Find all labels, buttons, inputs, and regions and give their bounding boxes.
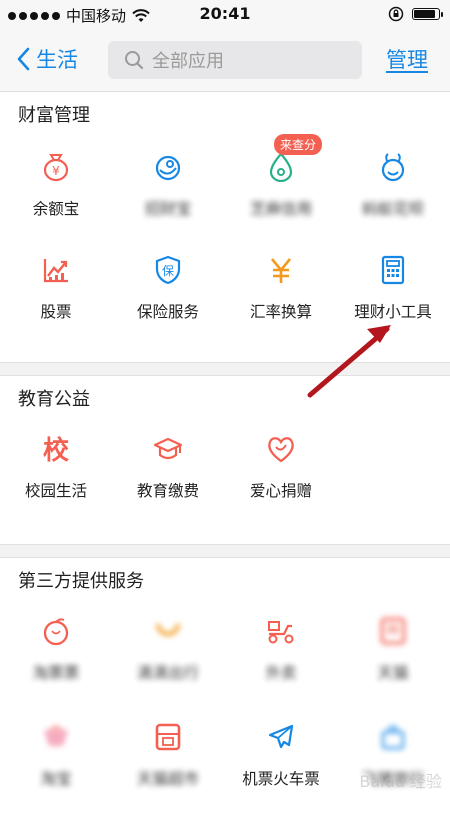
app-tile-campus[interactable]: 校 校园生活 bbox=[0, 434, 112, 529]
app-tile-yuebao[interactable]: ¥ 余额宝 bbox=[0, 152, 112, 247]
app-tile-finance-tools[interactable]: 理财小工具 bbox=[337, 255, 449, 350]
app-label: 爱心捐赠 bbox=[249, 482, 312, 500]
ant-icon bbox=[378, 152, 408, 182]
rotation-lock-icon bbox=[388, 6, 404, 22]
search-input[interactable]: 全部应用 bbox=[108, 41, 362, 79]
app-label: 教育缴费 bbox=[136, 482, 199, 500]
status-bar: 中国移动 20:41 bbox=[0, 0, 450, 30]
app-label: 外卖 bbox=[265, 664, 297, 682]
app-label: 余额宝 bbox=[32, 200, 80, 218]
manage-button[interactable]: 管理 bbox=[386, 44, 428, 74]
app-tile-exchange[interactable]: 汇率换算 bbox=[225, 255, 337, 350]
app-tile-taobao[interactable]: 淘宝 bbox=[0, 722, 112, 817]
section-title-education: 教育公益 bbox=[18, 389, 90, 410]
app-tile-taopiaopiao[interactable]: 淘票票 bbox=[0, 616, 112, 711]
bird-icon bbox=[153, 152, 183, 182]
back-button[interactable]: 生活 bbox=[16, 44, 78, 74]
app-label: 蚂蚁花呗 bbox=[361, 200, 424, 218]
svg-text:校: 校 bbox=[43, 435, 70, 464]
watermark: Baidu 经验 bbox=[359, 772, 442, 791]
app-tile-donation[interactable]: 爱心捐赠 bbox=[225, 434, 337, 529]
supermarket-icon bbox=[153, 722, 183, 752]
shield-icon: 保 bbox=[153, 255, 183, 285]
section-title-third-party: 第三方提供服务 bbox=[18, 571, 144, 592]
app-label: 招财宝 bbox=[144, 200, 192, 218]
app-tile-tmall[interactable]: 天猫 bbox=[337, 616, 449, 711]
app-tile-zhima[interactable]: 来查分 芝麻信用 bbox=[225, 134, 337, 247]
app-label: 机票火车票 bbox=[242, 770, 320, 788]
app-tile-stock[interactable]: 股票 bbox=[0, 255, 112, 350]
promo-badge: 来查分 bbox=[274, 134, 323, 155]
app-label: 校园生活 bbox=[24, 482, 87, 500]
app-tile-takeout[interactable]: 外卖 bbox=[225, 616, 337, 711]
heart-icon bbox=[266, 434, 296, 464]
search-icon bbox=[125, 51, 144, 70]
stock-chart-icon bbox=[41, 255, 71, 285]
app-label: 淘宝 bbox=[40, 770, 72, 788]
app-label: 理财小工具 bbox=[354, 303, 432, 321]
school-char-icon: 校 bbox=[41, 434, 71, 466]
travel-icon bbox=[378, 722, 408, 752]
app-label: 股票 bbox=[40, 303, 72, 321]
graduation-cap-icon bbox=[153, 434, 183, 464]
section-education: 教育公益 校 校园生活 教育缴费 爱心捐赠 bbox=[0, 376, 450, 544]
app-tile-edu-payment[interactable]: 教育缴费 bbox=[112, 434, 224, 529]
tmall-icon bbox=[378, 616, 408, 646]
app-tile-tmall-supermarket[interactable]: 天猫超市 bbox=[112, 722, 224, 817]
scooter-icon bbox=[266, 616, 296, 646]
app-label: 淘票票 bbox=[32, 664, 80, 682]
peach-icon bbox=[41, 616, 71, 646]
svg-text:保: 保 bbox=[162, 264, 174, 278]
app-label: 汇率换算 bbox=[249, 303, 312, 321]
sesame-icon bbox=[266, 152, 296, 183]
back-label: 生活 bbox=[36, 48, 78, 72]
app-tile-didi[interactable]: 滴滴出行 bbox=[112, 616, 224, 711]
section-title-wealth: 财富管理 bbox=[18, 105, 90, 126]
clock: 20:41 bbox=[199, 4, 251, 23]
section-divider bbox=[0, 544, 450, 558]
calculator-icon bbox=[378, 255, 408, 285]
money-bag-icon: ¥ bbox=[41, 152, 71, 182]
yen-icon bbox=[266, 255, 296, 285]
app-tile-flight-train[interactable]: 机票火车票 bbox=[225, 722, 337, 817]
navigation-bar: 生活 全部应用 管理 bbox=[0, 30, 450, 92]
section-divider bbox=[0, 362, 450, 376]
taobao-icon bbox=[41, 722, 71, 752]
didi-icon bbox=[153, 616, 183, 646]
app-label: 天猫 bbox=[377, 664, 409, 682]
app-label: 天猫超市 bbox=[136, 770, 199, 788]
app-label: 滴滴出行 bbox=[136, 664, 199, 682]
app-tile-insurance[interactable]: 保 保险服务 bbox=[112, 255, 224, 350]
app-label: 保险服务 bbox=[136, 303, 199, 321]
section-third-party: 第三方提供服务 淘票票 滴滴出行 外卖 天猫 淘宝 天猫超市 机票火车票 飞猪旅… bbox=[0, 558, 450, 800]
section-wealth: 财富管理 ¥ 余额宝 招财宝 来查分 芝麻信用 蚂蚁花呗 股票 保 保险服务 汇… bbox=[0, 92, 450, 362]
app-tile-huabei[interactable]: 蚂蚁花呗 bbox=[337, 152, 449, 247]
airplane-icon bbox=[266, 722, 296, 752]
battery-icon bbox=[412, 8, 443, 20]
app-label: 芝麻信用 bbox=[249, 200, 312, 218]
app-tile-zhaocaibao[interactable]: 招财宝 bbox=[112, 152, 224, 247]
chevron-left-icon bbox=[17, 47, 30, 71]
svg-text:¥: ¥ bbox=[52, 164, 60, 178]
search-placeholder: 全部应用 bbox=[152, 51, 224, 72]
